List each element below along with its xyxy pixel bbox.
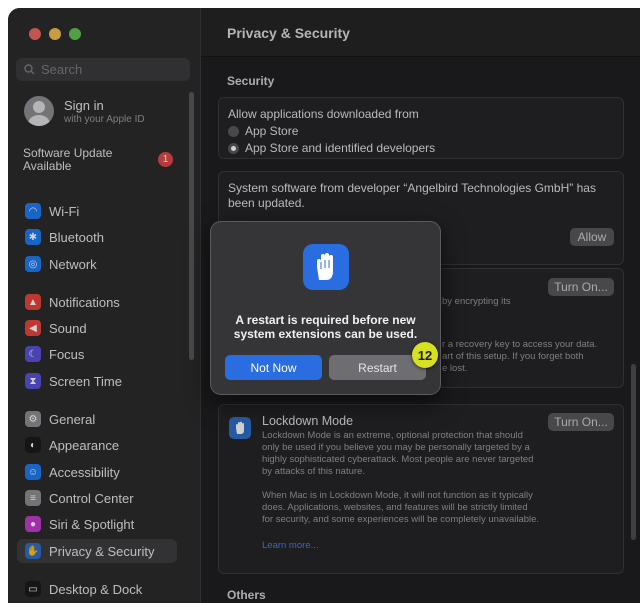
restart-button[interactable]: Restart bbox=[329, 355, 426, 380]
restart-dialog: A restart is required before new system … bbox=[210, 221, 441, 395]
dialog-message: A restart is required before new system … bbox=[233, 313, 418, 341]
not-now-button[interactable]: Not Now bbox=[225, 355, 322, 380]
step-number-badge: 12 bbox=[412, 342, 438, 368]
hand-icon bbox=[303, 244, 349, 290]
